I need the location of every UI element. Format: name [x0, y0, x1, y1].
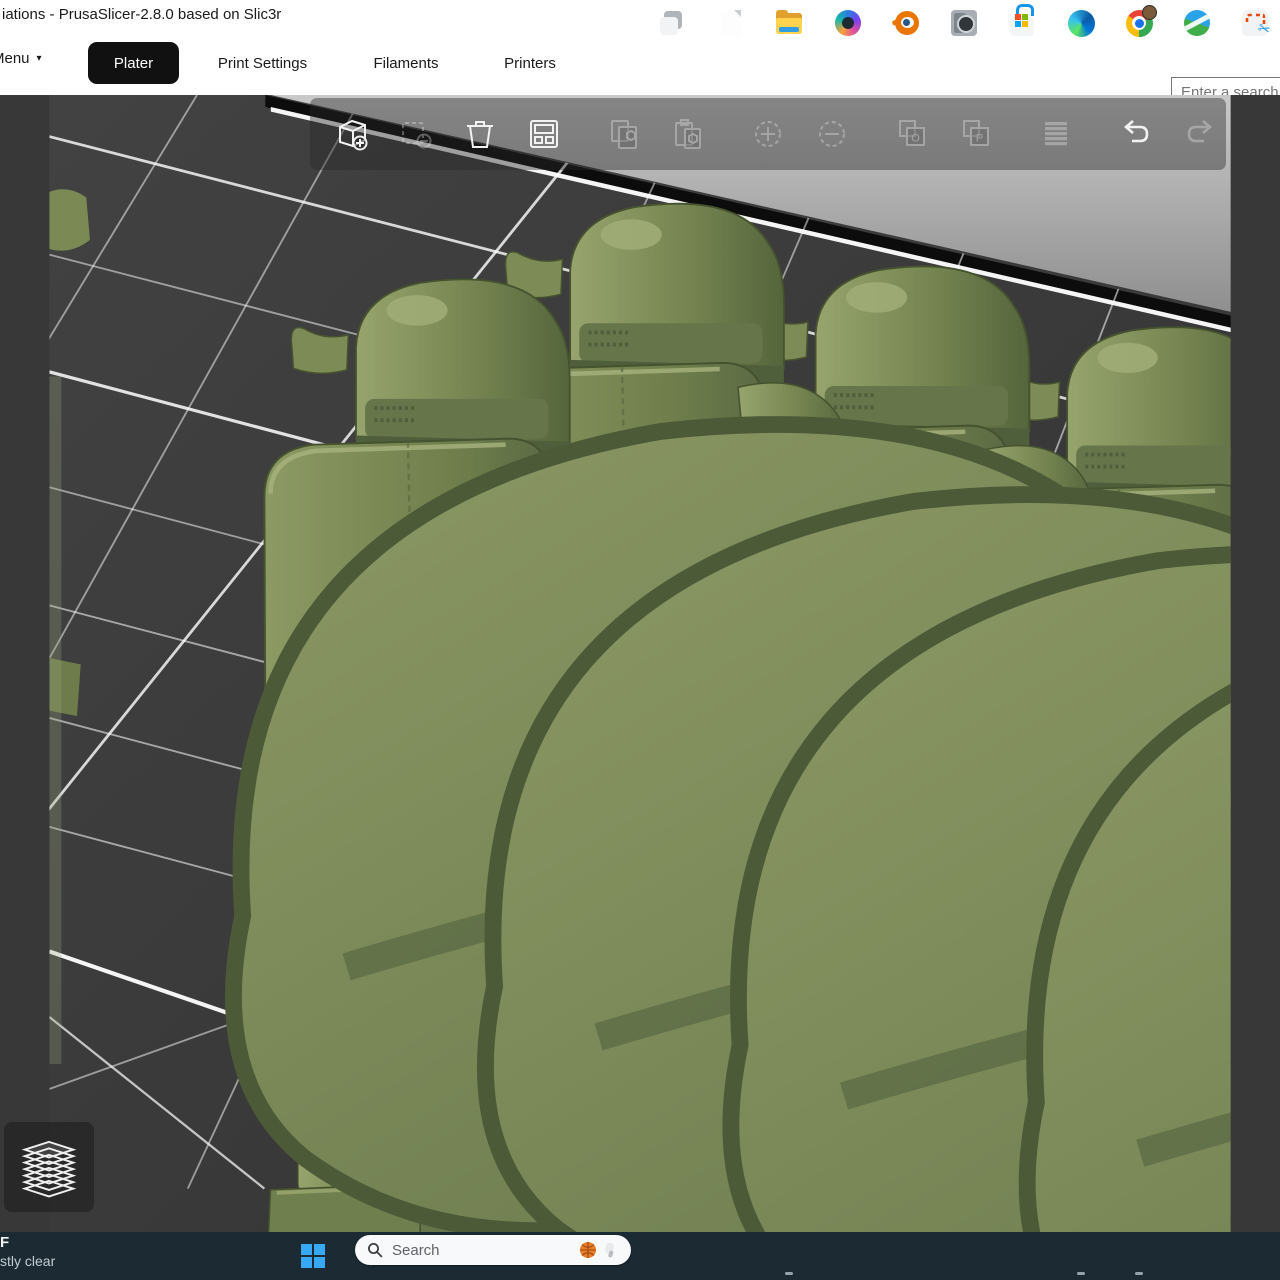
windows-logo-icon: [301, 1244, 325, 1268]
notepad-app-button[interactable]: [716, 8, 746, 38]
undo-button[interactable]: [1116, 114, 1156, 154]
edge-icon: [1068, 10, 1095, 37]
add-instance-button[interactable]: [748, 114, 788, 154]
arrange-button[interactable]: [524, 114, 564, 154]
edge-app-button[interactable]: [1066, 8, 1096, 38]
globe-app-button[interactable]: [1182, 8, 1212, 38]
snipping-tool-icon: ✂: [1242, 10, 1268, 36]
tab-print-settings[interactable]: Print Settings: [205, 42, 320, 84]
split-to-objects-button[interactable]: O: [892, 114, 932, 154]
3d-scene-canvas[interactable]: ORIGINAL: [0, 95, 1280, 1232]
split-to-parts-button[interactable]: P: [956, 114, 996, 154]
file-explorer-button[interactable]: [774, 8, 804, 38]
weather-temperature: F: [0, 1235, 55, 1252]
start-button[interactable]: [298, 1241, 328, 1271]
robot-model-4[interactable]: [1229, 391, 1280, 1232]
task-view-icon: [659, 9, 685, 37]
model-fragment: [49, 189, 90, 250]
running-indicator-file-explorer: [785, 1272, 793, 1275]
menu-bar: Menu ▾ Plater Print Settings Filaments P…: [0, 30, 1280, 95]
svg-text:P: P: [976, 133, 983, 145]
copy-button[interactable]: [604, 114, 644, 154]
delete-all-button[interactable]: [460, 114, 500, 154]
search-icon: [367, 1242, 383, 1258]
camera-app-icon: [951, 10, 977, 36]
chrome-app-button[interactable]: [1124, 8, 1154, 38]
prusaslicer-window: iations - PrusaSlicer-2.8.0 based on Sli…: [0, 0, 1280, 1280]
taskbar-search[interactable]: Search: [355, 1235, 631, 1265]
notepad-icon: [721, 10, 741, 36]
remove-instance-button[interactable]: [812, 114, 852, 154]
globe-app-icon: [1184, 10, 1210, 36]
copilot-icon: [835, 10, 861, 36]
delete-object-button[interactable]: [396, 114, 436, 154]
blender-app-button[interactable]: [891, 8, 921, 38]
running-indicator-edge: [1077, 1272, 1085, 1275]
tab-printers[interactable]: Printers: [494, 42, 566, 84]
running-indicator-chrome: [1135, 1272, 1143, 1275]
layers-preview-button[interactable]: [4, 1122, 94, 1212]
menu-label: Menu: [0, 50, 30, 67]
layers-stack-icon: [10, 1128, 88, 1206]
taskbar-search-label: Search: [392, 1242, 579, 1259]
paste-button[interactable]: [668, 114, 708, 154]
task-view-button[interactable]: [657, 8, 687, 38]
file-explorer-icon: [775, 10, 803, 37]
microsoft-store-button[interactable]: [1007, 8, 1037, 38]
plater-toolbar: O P: [310, 98, 1226, 170]
earbuds-icon: [601, 1241, 619, 1259]
3d-viewport[interactable]: ORIGINAL: [0, 95, 1280, 1232]
variable-layer-height-button[interactable]: [1036, 114, 1076, 154]
blender-icon: [892, 9, 920, 37]
tab-plater[interactable]: Plater: [88, 42, 179, 84]
add-object-button[interactable]: [332, 114, 372, 154]
near-camera-model-sliver: [49, 376, 61, 1064]
camera-app-button[interactable]: [949, 8, 979, 38]
menu-dropdown[interactable]: Menu ▾: [0, 50, 42, 67]
snipping-tool-button[interactable]: ✂: [1240, 8, 1270, 38]
copilot-app-button[interactable]: [833, 8, 863, 38]
windows-taskbar: F stly clear: [0, 1232, 1280, 1280]
weather-condition: stly clear: [0, 1254, 55, 1269]
chrome-profile-badge: [1142, 5, 1157, 20]
chrome-icon: [1126, 10, 1153, 37]
window-title: iations - PrusaSlicer-2.8.0 based on Sli…: [2, 6, 281, 23]
redo-button[interactable]: [1180, 114, 1220, 154]
chevron-down-icon: ▾: [37, 53, 42, 64]
tab-filaments[interactable]: Filaments: [363, 42, 449, 84]
basketball-icon: [579, 1241, 597, 1259]
microsoft-store-icon: [1010, 10, 1034, 37]
svg-text:O: O: [911, 133, 920, 145]
weather-widget[interactable]: F stly clear: [0, 1235, 55, 1269]
